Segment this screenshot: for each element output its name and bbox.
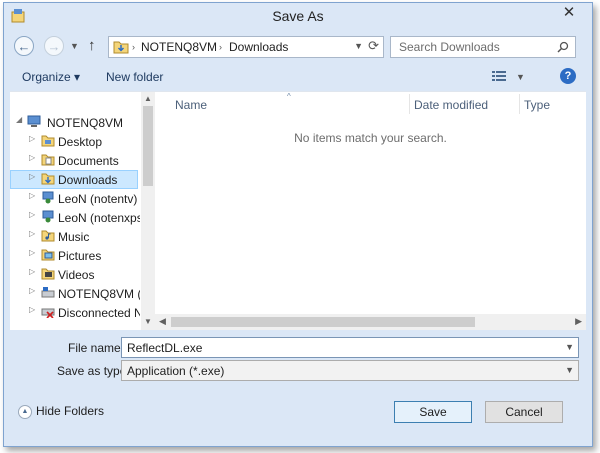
file-name-field[interactable]: ReflectDL.exe ▼: [121, 337, 579, 358]
tree-item-local-drive[interactable]: ▷ NOTENQ8VM (C: [10, 284, 140, 303]
collapsed-arrow-icon[interactable]: ▷: [29, 248, 35, 257]
tree-item-disconnected-drive[interactable]: ▷ Disconnected Ne: [10, 303, 140, 322]
tree-item-music[interactable]: ▷ Music: [10, 227, 138, 246]
up-folder-button[interactable]: ↑: [88, 37, 96, 54]
save-as-dialog: Save As ✕ ← → ▼ ↑ › NOTENQ8VM › Download…: [3, 2, 593, 447]
breadcrumb-separator-icon: ›: [132, 42, 135, 52]
file-name-value: ReflectDL.exe: [127, 341, 203, 355]
tree-vertical-scrollbar[interactable]: ▲ ▼: [141, 92, 155, 330]
column-divider[interactable]: [519, 94, 520, 114]
collapsed-arrow-icon[interactable]: ▷: [29, 210, 35, 219]
tree-item-documents[interactable]: ▷ Documents: [10, 151, 138, 170]
list-horizontal-scrollbar[interactable]: ◀ ▶: [155, 314, 586, 330]
scrollbar-thumb[interactable]: [143, 106, 153, 186]
save-button[interactable]: Save: [394, 401, 472, 423]
videos-folder-icon: [41, 268, 55, 280]
close-button[interactable]: ✕: [552, 3, 586, 23]
view-dropdown-icon[interactable]: ▼: [516, 72, 525, 82]
chevron-down-icon[interactable]: ▼: [565, 365, 574, 375]
network-user-icon: [42, 191, 54, 204]
collapsed-arrow-icon[interactable]: ▷: [29, 305, 35, 314]
empty-list-message: No items match your search.: [294, 131, 447, 145]
help-icon[interactable]: ?: [560, 68, 576, 84]
search-input[interactable]: Search Downloads: [390, 36, 576, 58]
column-divider[interactable]: [409, 94, 410, 114]
back-button[interactable]: ←: [14, 36, 34, 56]
pictures-folder-icon: [41, 249, 55, 261]
view-options-icon[interactable]: [492, 70, 506, 82]
browser-pane: ◢ NOTENQ8VM ▷ Desktop ▷ Documents ▷ Down…: [10, 91, 586, 330]
navigation-tree: ◢ NOTENQ8VM ▷ Desktop ▷ Documents ▷ Down…: [10, 92, 140, 330]
collapsed-arrow-icon[interactable]: ▷: [29, 172, 35, 181]
search-icon[interactable]: [557, 41, 569, 53]
scroll-up-arrow-icon[interactable]: ▲: [141, 94, 155, 103]
network-user-icon: [42, 210, 54, 223]
scroll-right-arrow-icon[interactable]: ▶: [575, 316, 582, 327]
collapsed-arrow-icon[interactable]: ▷: [29, 134, 35, 143]
file-name-label: File name:: [68, 341, 125, 355]
breadcrumb-item-computer[interactable]: NOTENQ8VM: [141, 40, 217, 54]
computer-icon: [27, 115, 41, 127]
organize-button[interactable]: Organize ▾: [22, 70, 80, 84]
forward-button[interactable]: →: [44, 36, 64, 56]
downloads-folder-icon: [113, 41, 129, 54]
tree-item-videos[interactable]: ▷ Videos: [10, 265, 138, 284]
chevron-down-icon[interactable]: ▼: [565, 342, 574, 352]
music-folder-icon: [41, 230, 55, 242]
address-bar[interactable]: › NOTENQ8VM › Downloads ▼ ⟳: [108, 36, 384, 58]
scroll-left-arrow-icon[interactable]: ◀: [159, 316, 166, 327]
scroll-down-arrow-icon[interactable]: ▼: [141, 317, 155, 326]
new-folder-button[interactable]: New folder: [106, 70, 163, 84]
command-toolbar: Organize ▾ New folder ▼ ?: [10, 64, 586, 90]
documents-folder-icon: [41, 154, 55, 166]
drive-icon: [41, 287, 55, 298]
column-header-date-modified[interactable]: Date modified: [414, 98, 488, 112]
tree-item-leon-notenxps7[interactable]: ▷ LeoN (notenxps7: [10, 208, 140, 227]
search-placeholder: Search Downloads: [399, 40, 500, 54]
collapse-up-icon: ▲: [18, 404, 32, 419]
save-as-type-label: Save as type:: [57, 364, 130, 378]
column-header-type[interactable]: Type: [524, 98, 550, 112]
cancel-button[interactable]: Cancel: [485, 401, 563, 423]
save-as-type-value: Application (*.exe): [127, 364, 225, 378]
breadcrumb-separator-icon: ›: [219, 42, 222, 52]
refresh-icon[interactable]: ⟳: [368, 38, 379, 54]
dialog-title: Save As: [272, 8, 324, 24]
tree-item-computer[interactable]: ◢ NOTENQ8VM: [10, 113, 138, 132]
tree-item-pictures[interactable]: ▷ Pictures: [10, 246, 138, 265]
recent-locations-icon[interactable]: ▼: [70, 41, 79, 51]
disconnected-drive-icon: [41, 308, 55, 318]
desktop-folder-icon: [41, 135, 55, 147]
tree-item-leon-notentv[interactable]: ▷ LeoN (notentv): [10, 189, 138, 208]
collapsed-arrow-icon[interactable]: ▷: [29, 153, 35, 162]
hide-folders-button[interactable]: ▲ Hide Folders: [18, 404, 104, 419]
tree-item-downloads[interactable]: ▷ Downloads: [10, 170, 138, 189]
expanded-arrow-icon[interactable]: ◢: [16, 115, 22, 124]
scrollbar-thumb[interactable]: [171, 317, 475, 327]
downloads-folder-icon: [41, 173, 55, 185]
navigation-bar: ← → ▼ ↑ › NOTENQ8VM › Downloads ▼ ⟳ Sear…: [10, 33, 586, 61]
title-bar: Save As ✕: [4, 3, 592, 31]
collapsed-arrow-icon[interactable]: ▷: [29, 229, 35, 238]
collapsed-arrow-icon[interactable]: ▷: [29, 286, 35, 295]
collapsed-arrow-icon[interactable]: ▷: [29, 267, 35, 276]
collapsed-arrow-icon[interactable]: ▷: [29, 191, 35, 200]
tree-item-desktop[interactable]: ▷ Desktop: [10, 132, 138, 151]
address-dropdown-icon[interactable]: ▼: [354, 41, 363, 51]
column-header-name[interactable]: Name: [175, 98, 207, 112]
file-list: ^ Name Date modified Type No items match…: [155, 92, 586, 330]
save-as-type-select[interactable]: Application (*.exe) ▼: [121, 360, 579, 381]
sort-indicator-icon: ^: [287, 92, 291, 101]
breadcrumb-item-downloads[interactable]: Downloads: [229, 40, 288, 54]
